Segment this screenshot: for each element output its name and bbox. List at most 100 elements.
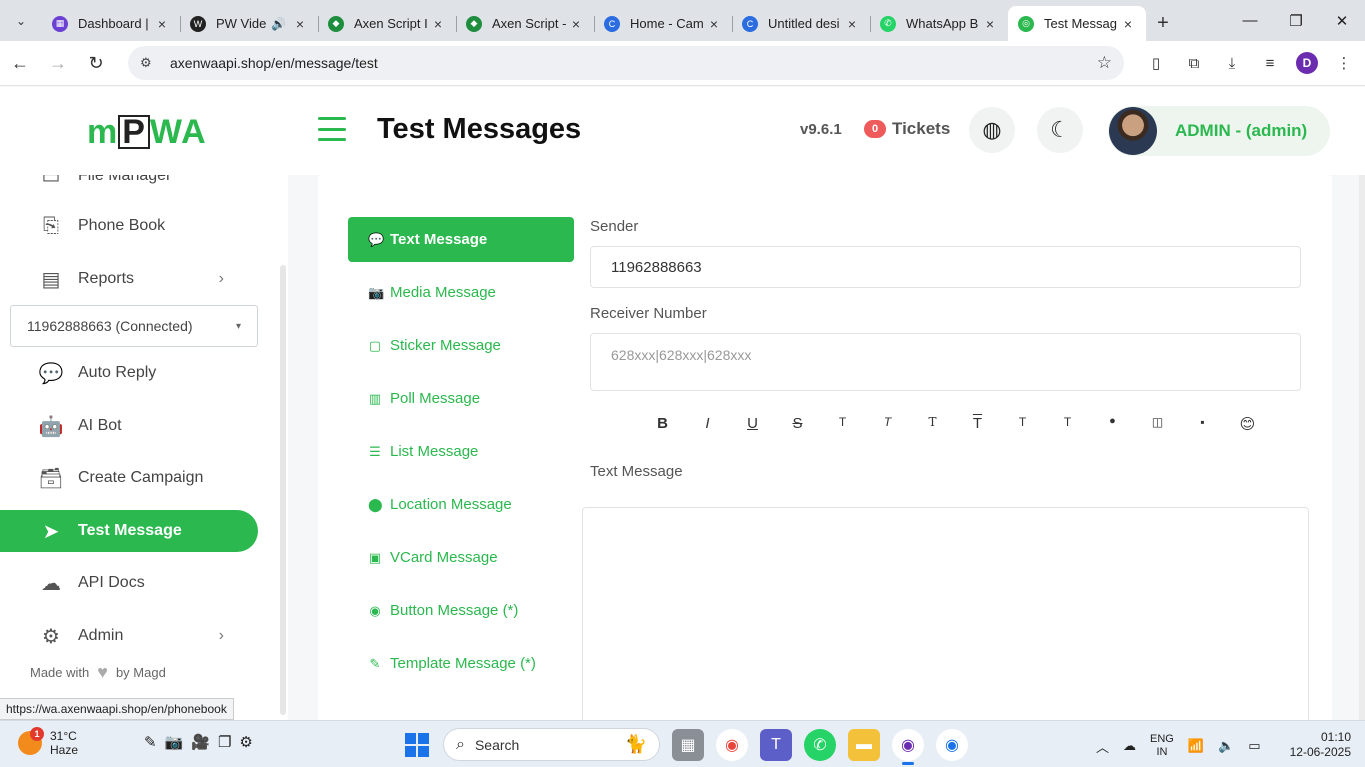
format-button-5[interactable]: T: [865, 415, 910, 433]
file-explorer-icon[interactable]: ▬: [848, 729, 880, 761]
receiver-number-input[interactable]: 628xxx|628xxx|628xxx: [590, 333, 1301, 391]
tab-close-icon[interactable]: ×: [982, 16, 998, 32]
sidebar-scrollbar[interactable]: [280, 265, 286, 715]
user-menu[interactable]: ADMIN - (admin): [1108, 106, 1330, 156]
format-button-3[interactable]: S: [775, 415, 820, 433]
extension-icon[interactable]: ▯: [1144, 51, 1168, 75]
language-globe-icon[interactable]: ◍: [969, 107, 1015, 153]
browser-tab[interactable]: ◎ Test Messag ×: [1008, 6, 1146, 41]
browser-tab[interactable]: ▦ Dashboard | ×: [42, 6, 180, 41]
bookmark-star-icon[interactable]: ☆: [1097, 53, 1112, 73]
minimize-icon[interactable]: —: [1227, 0, 1273, 41]
tray-chevron-icon[interactable]: ︿: [1096, 737, 1109, 756]
weather-widget[interactable]: 1 31°C Haze: [18, 727, 78, 757]
whatsapp-icon[interactable]: ✆: [804, 729, 836, 761]
profile-avatar[interactable]: D: [1296, 52, 1318, 74]
format-button-1[interactable]: I: [685, 415, 730, 433]
task-view-icon[interactable]: ▦: [672, 729, 704, 761]
menu-list-message[interactable]: ☰ List Message: [348, 429, 574, 474]
menu-media-message[interactable]: 📷 Media Message: [348, 270, 574, 315]
dark-mode-moon-icon[interactable]: ☾: [1037, 107, 1083, 153]
sidebar-item-phone-book[interactable]: ⎘ Phone Book: [0, 205, 258, 247]
url-omnibox[interactable]: ⚙ axenwaapi.shop/en/message/test ☆: [128, 46, 1124, 80]
tab-close-icon[interactable]: ×: [292, 16, 308, 32]
video-icon[interactable]: 🎥: [191, 733, 210, 751]
device-select[interactable]: 11962888663 (Connected) ▾: [10, 305, 258, 347]
format-button-2[interactable]: U: [730, 415, 775, 433]
puzzle-icon[interactable]: ⧉: [1182, 51, 1206, 75]
close-window-icon[interactable]: ✕: [1319, 0, 1365, 41]
format-button-8[interactable]: T: [1000, 415, 1045, 433]
browser-tab[interactable]: ✆ WhatsApp B ×: [870, 6, 1008, 41]
pen-icon[interactable]: ✎: [144, 733, 157, 751]
reload-icon[interactable]: ↻: [78, 45, 114, 81]
format-button-12[interactable]: ▪: [1180, 415, 1225, 433]
menu-template-message[interactable]: ✎ Template Message (*): [348, 641, 574, 686]
maximize-icon[interactable]: ❐: [1273, 0, 1319, 41]
tab-close-icon[interactable]: ×: [844, 16, 860, 32]
browser-menu-icon[interactable]: ⋮: [1332, 51, 1356, 75]
format-button-7[interactable]: T: [955, 415, 1000, 433]
sidebar-item-test-message[interactable]: ➤ Test Message: [0, 510, 258, 552]
browser-tab[interactable]: ◆ Axen Script I ×: [318, 6, 456, 41]
tab-close-icon[interactable]: ×: [1120, 16, 1136, 32]
hamburger-menu-icon[interactable]: [318, 117, 346, 141]
sidebar-item-reports[interactable]: ▤ Reports ›: [0, 258, 258, 300]
tab-close-icon[interactable]: ×: [154, 16, 170, 32]
browser-tab[interactable]: C Untitled desi ×: [732, 6, 870, 41]
format-button-4[interactable]: T: [820, 415, 865, 433]
menu-sticker-message[interactable]: ▢ Sticker Message: [348, 323, 574, 368]
tab-search-chevron-icon[interactable]: ⌄: [0, 0, 42, 41]
mpwa-logo[interactable]: m P WA: [87, 113, 207, 152]
sidebar-item-api-docs[interactable]: ☁ API Docs: [0, 562, 258, 604]
teams-icon[interactable]: T: [760, 729, 792, 761]
onedrive-cloud-icon[interactable]: ☁: [1123, 738, 1136, 754]
site-settings-icon[interactable]: ⚙: [140, 55, 162, 71]
chrome-profile-icon[interactable]: ◉: [892, 729, 924, 765]
url-text[interactable]: axenwaapi.shop/en/message/test: [170, 55, 1097, 71]
volume-icon[interactable]: 🔈: [1218, 738, 1234, 754]
tab-audio-icon[interactable]: 🔊: [271, 17, 286, 31]
sidebar-item-auto-reply[interactable]: 💬 Auto Reply: [0, 352, 258, 394]
format-button-0[interactable]: B: [640, 415, 685, 433]
main-scrollbar[interactable]: [1359, 175, 1365, 720]
forward-icon[interactable]: →: [40, 45, 76, 81]
browser-tab[interactable]: ◆ Axen Script - ×: [456, 6, 594, 41]
tab-close-icon[interactable]: ×: [430, 16, 446, 32]
language-indicator[interactable]: ENG IN: [1150, 733, 1174, 759]
format-button-13[interactable]: 😊: [1225, 415, 1270, 433]
sidebar-item-ai-bot[interactable]: 🤖 AI Bot: [0, 405, 258, 447]
chrome-icon[interactable]: ◉: [716, 729, 748, 761]
browser-tab[interactable]: W PW Vide 🔊 ×: [180, 6, 318, 41]
menu-button-message[interactable]: ◉ Button Message (*): [348, 588, 574, 633]
format-button-11[interactable]: ◫: [1135, 415, 1180, 433]
new-tab-button[interactable]: +: [1146, 6, 1180, 41]
window-icon[interactable]: ❐: [218, 733, 231, 751]
menu-text-message[interactable]: 💬 Text Message: [348, 217, 574, 262]
windows-start-icon[interactable]: [405, 733, 429, 757]
settings-gear-icon[interactable]: ⚙: [239, 733, 252, 751]
system-clock[interactable]: 01:10 12-06-2025: [1290, 730, 1351, 760]
format-button-6[interactable]: T: [910, 415, 955, 433]
browser-tab[interactable]: C Home - Cam ×: [594, 6, 732, 41]
tab-close-icon[interactable]: ×: [706, 16, 722, 32]
tickets-link[interactable]: 0 Tickets: [864, 119, 950, 139]
sidebar-item-admin[interactable]: ⚙ Admin ›: [0, 615, 258, 657]
camera-icon[interactable]: 📷: [165, 733, 184, 751]
sender-field[interactable]: 11962888663: [590, 246, 1301, 288]
format-button-9[interactable]: T: [1045, 415, 1090, 433]
taskbar-search[interactable]: ⌕ Search 🐈: [443, 728, 660, 761]
menu-vcard-message[interactable]: ▣ VCard Message: [348, 535, 574, 580]
chrome-beta-icon[interactable]: ◉: [936, 729, 968, 761]
tab-close-icon[interactable]: ×: [568, 16, 584, 32]
back-icon[interactable]: ←: [2, 45, 38, 81]
battery-icon[interactable]: ▭: [1248, 738, 1260, 754]
text-message-editor[interactable]: [582, 507, 1309, 720]
sidebar-item-create-campaign[interactable]: 🗃 Create Campaign: [0, 457, 258, 499]
media-control-icon[interactable]: ≡: [1258, 51, 1282, 75]
menu-location-message[interactable]: ⬤ Location Message: [348, 482, 574, 527]
wifi-icon[interactable]: 📶: [1188, 738, 1204, 754]
format-button-10[interactable]: ●: [1090, 415, 1135, 433]
download-icon[interactable]: ⤓: [1220, 51, 1244, 75]
menu-poll-message[interactable]: ▥ Poll Message: [348, 376, 574, 421]
